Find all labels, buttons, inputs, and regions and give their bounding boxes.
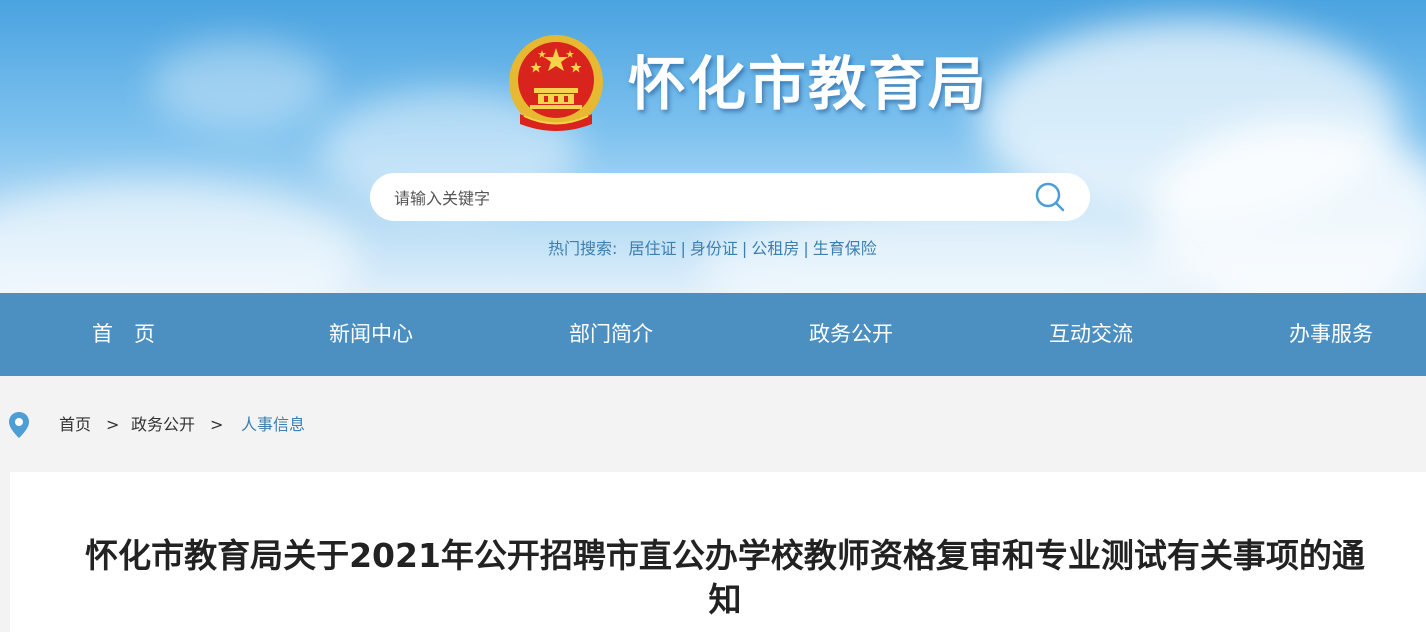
nav-item-news[interactable]: 新闻中心 [329,293,413,376]
main-nav: 首 页 新闻中心 部门简介 政务公开 互动交流 办事服务 [0,293,1426,376]
cloud-decoration [150,40,330,130]
divider: | [803,239,809,258]
breadcrumb-gov-affairs[interactable]: 政务公开 [131,414,195,436]
nav-item-home[interactable]: 首 页 [92,293,155,376]
nav-item-interaction[interactable]: 互动交流 [1049,293,1133,376]
breadcrumb-home[interactable]: 首页 [59,414,91,436]
search-icon[interactable] [1034,181,1066,213]
nav-item-gov-affairs[interactable]: 政务公开 [809,293,893,376]
hot-search-link[interactable]: 公租房 [751,239,799,258]
article-container: 怀化市教育局关于2021年公开招聘市直公办学校教师资格复审和专业测试有关事项的通… [10,472,1426,632]
breadcrumb-personnel-info[interactable]: 人事信息 [241,414,305,436]
nav-item-services[interactable]: 办事服务 [1289,293,1373,376]
header-banner: 怀化市教育局 热门搜索: 居住证|身份证|公租房|生育保险 [0,0,1426,293]
hot-search-link[interactable]: 居住证 [629,239,677,258]
nav-item-about[interactable]: 部门简介 [569,293,653,376]
search-box [370,173,1090,221]
national-emblem-icon [509,35,603,131]
breadcrumb-separator: > [106,415,120,434]
hot-search: 热门搜索: 居住证 | 身份证 | 公租房 | 生育保险 [548,238,877,260]
hot-search-link[interactable]: 生育保险 [813,239,877,258]
cloud-decoration [0,180,360,293]
location-pin-icon [9,412,29,438]
search-input[interactable] [392,182,996,214]
breadcrumb-separator: > [210,415,224,434]
breadcrumb: 首页 > 政务公开 > 人事信息 [0,376,1426,472]
article-title: 怀化市教育局关于2021年公开招聘市直公办学校教师资格复审和专业测试有关事项的通… [85,536,1365,619]
hot-search-link[interactable]: 身份证 [690,239,738,258]
divider: | [741,239,748,258]
site-title: 怀化市教育局 [628,50,989,118]
divider: | [680,239,686,258]
hot-search-label: 热门搜索: [548,239,618,258]
